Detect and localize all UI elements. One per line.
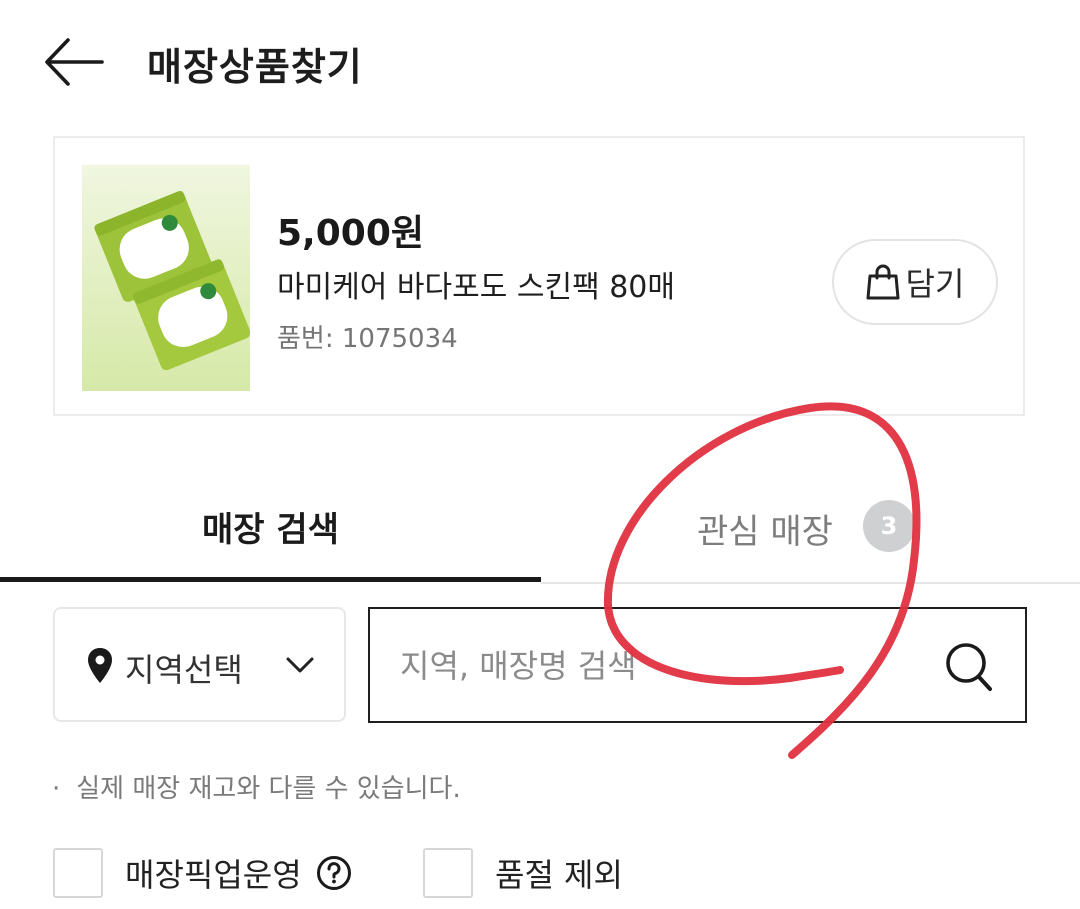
product-item-number: 품번: 1075034 bbox=[277, 324, 458, 354]
tab-store-search-label: 매장 검색 bbox=[202, 510, 339, 550]
notice-text: 실제 매장 재고와 다를 수 있습니다. bbox=[76, 774, 461, 804]
favorite-count-badge: 3 bbox=[863, 500, 915, 552]
notice-bullet: · bbox=[52, 774, 61, 804]
product-price: 5,000원 bbox=[277, 213, 424, 254]
store-pickup-label: 매장픽업운영 bbox=[125, 856, 302, 894]
active-tab-indicator bbox=[0, 577, 541, 582]
question-circle-icon[interactable] bbox=[316, 855, 352, 891]
store-search-box bbox=[368, 607, 1027, 723]
arrow-left-icon bbox=[45, 38, 104, 86]
filter-store-pickup: 매장픽업운영 bbox=[53, 846, 352, 900]
region-select-dropdown[interactable]: 지역선택 bbox=[53, 607, 346, 722]
exclude-soldout-label: 품절 제외 bbox=[495, 856, 623, 894]
product-image bbox=[82, 165, 250, 391]
tab-favorite-stores-label: 관심 매장 bbox=[697, 512, 833, 552]
tab-store-search[interactable]: 매장 검색 bbox=[0, 480, 541, 580]
shopping-bag-icon bbox=[866, 264, 900, 300]
product-card: 5,000원 마미케어 바다포도 스킨팩 80매 품번: 1075034 담기 bbox=[53, 136, 1025, 416]
exclude-soldout-checkbox[interactable] bbox=[423, 848, 473, 898]
tab-favorite-stores[interactable]: 관심 매장 3 bbox=[541, 480, 1080, 580]
cart-button-label: 담기 bbox=[905, 265, 965, 303]
region-select-label: 지역선택 bbox=[125, 651, 243, 689]
search-button[interactable] bbox=[940, 637, 1000, 697]
back-button[interactable] bbox=[40, 30, 106, 96]
chevron-down-icon bbox=[286, 657, 314, 673]
page-title: 매장상품찾기 bbox=[147, 45, 363, 89]
product-photo bbox=[82, 165, 250, 391]
add-to-cart-button[interactable]: 담기 bbox=[832, 239, 998, 325]
filter-exclude-soldout: 품절 제외 bbox=[423, 846, 623, 900]
page-header: 매장상품찾기 bbox=[0, 0, 1080, 122]
magnifier-icon bbox=[946, 643, 992, 691]
product-name: 마미케어 바다포도 스킨팩 80매 bbox=[277, 270, 675, 305]
store-pickup-checkbox[interactable] bbox=[53, 848, 103, 898]
location-pin-icon bbox=[88, 648, 112, 683]
store-search-input[interactable] bbox=[400, 639, 940, 693]
tab-divider bbox=[541, 582, 1080, 584]
stock-notice: · 실제 매장 재고와 다를 수 있습니다. bbox=[52, 768, 461, 805]
